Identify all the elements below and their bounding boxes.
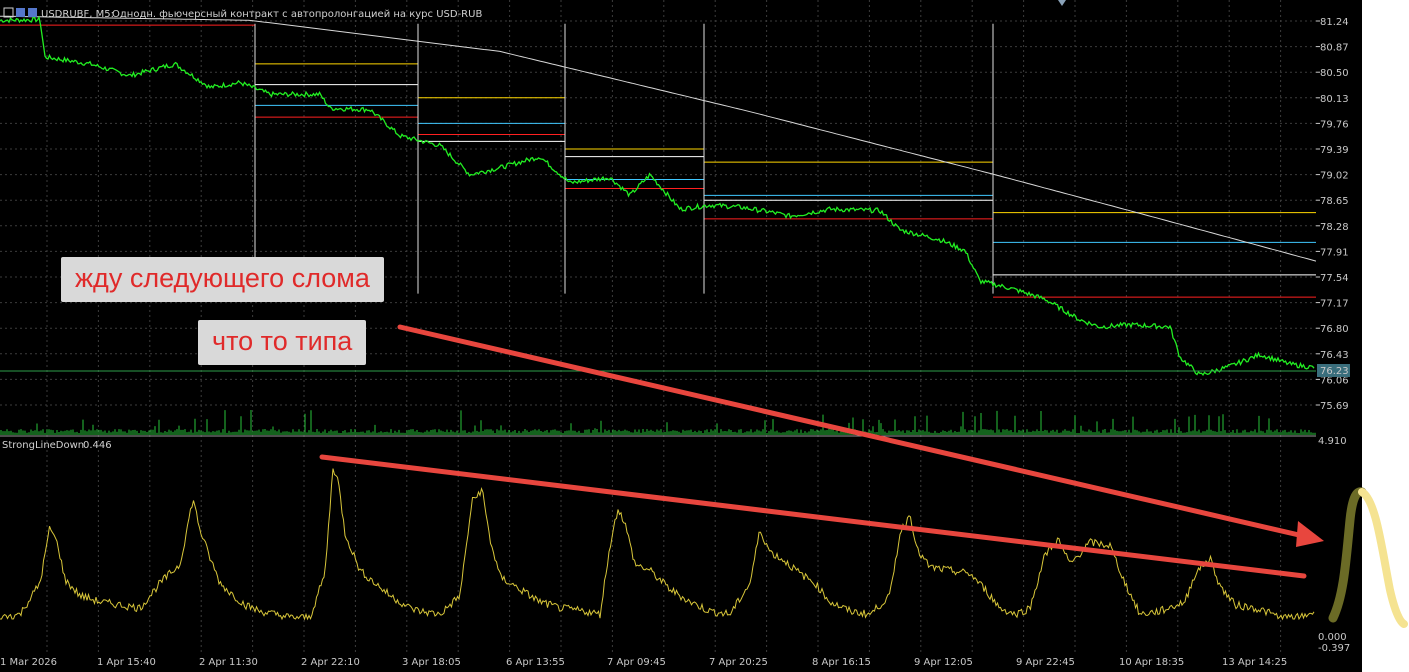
- price-tick-label: 80.13: [1320, 94, 1349, 105]
- time-tick-label: 9 Apr 22:45: [1016, 657, 1075, 668]
- time-tick-label: 10 Apr 18:35: [1119, 657, 1184, 668]
- flag-icon: [28, 8, 37, 17]
- indicator-legend: StrongLineDown 0.446: [2, 440, 112, 451]
- trading-terminal: 81.24 80.87 80.50 80.13 79.76 79.39 79.02 78.65…: [0, 0, 1409, 672]
- instrument-description: Однодн. фьючерсный контракт с автопролон…: [112, 9, 482, 20]
- indicator-value: 0.446: [83, 440, 112, 451]
- price-tick-label: 76.80: [1320, 324, 1349, 335]
- time-tick-label: 2 Apr 22:10: [301, 657, 360, 668]
- price-tick-label: 77.91: [1320, 247, 1349, 258]
- indicator-name: StrongLineDown: [2, 440, 84, 451]
- price-tick-label: 78.65: [1320, 196, 1349, 207]
- price-tick-label: 75.69: [1320, 401, 1349, 412]
- price-tick-label: 81.24: [1320, 17, 1349, 28]
- symbol-label: USDRUBF, M5:: [41, 9, 114, 20]
- time-tick-label: 7 Apr 20:25: [709, 657, 768, 668]
- time-tick-label: 9 Apr 12:05: [914, 657, 973, 668]
- price-tick-label: 79.76: [1320, 119, 1349, 130]
- time-tick-label: 2 Apr 11:30: [199, 657, 258, 668]
- time-tick-label: 3 Apr 18:05: [402, 657, 461, 668]
- time-tick-label: 6 Apr 13:55: [506, 657, 565, 668]
- price-tick-label: 80.87: [1320, 43, 1349, 54]
- price-tick-label: 76.43: [1320, 350, 1349, 361]
- indicator-scale-zero: 0.000: [1318, 632, 1347, 643]
- annotation-note-2: что то типа: [198, 320, 367, 365]
- time-tick-label: 13 Apr 14:25: [1222, 657, 1287, 668]
- annotation-note-1: жду следующего слома: [61, 257, 384, 302]
- time-tick-label: 1 Apr 15:40: [97, 657, 156, 668]
- price-tick-label: 76.06: [1320, 375, 1349, 386]
- price-tick-label: 79.39: [1320, 145, 1349, 156]
- time-tick-label: 1 Mar 2026: [0, 657, 57, 668]
- flag-icon: [16, 8, 25, 17]
- time-tick-label: 8 Apr 16:15: [812, 657, 871, 668]
- indicator-scale-top: 4.910: [1318, 436, 1347, 447]
- price-tick-label: 80.50: [1320, 68, 1349, 79]
- price-tick-label: 77.17: [1320, 299, 1349, 310]
- time-tick-label: 7 Apr 09:45: [607, 657, 666, 668]
- price-tick-label: 79.02: [1320, 171, 1349, 182]
- current-price-label: 76.23: [1320, 366, 1349, 377]
- indicator-scale-bottom: -0.397: [1318, 643, 1350, 654]
- price-tick-label: 78.28: [1320, 222, 1349, 233]
- price-tick-label: 77.54: [1320, 273, 1349, 284]
